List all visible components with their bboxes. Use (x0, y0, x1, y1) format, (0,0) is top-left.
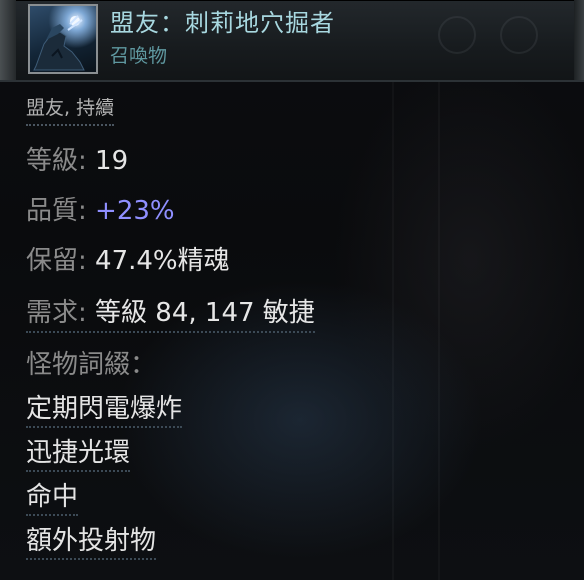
background-divider (392, 80, 394, 580)
monster-mod[interactable]: 迅捷光環 (26, 436, 131, 472)
stat-reservation: 保留: 47.4%精魂 (26, 244, 230, 278)
monster-mods-heading: 怪物詞綴： (26, 350, 157, 380)
monster-mod[interactable]: 額外投射物 (26, 524, 157, 560)
monster-mod[interactable]: 命中 (26, 480, 79, 516)
stat-value: +23% (95, 196, 175, 226)
stat-label: 需求: (26, 298, 87, 328)
tooltip-header: 盟友：刺莉地穴掘者 召喚物 (0, 0, 584, 82)
stat-value: 等級 84, 147 敏捷 (95, 298, 315, 328)
stat-level: 等級: 19 (26, 144, 128, 178)
monster-mod[interactable]: 定期閃電爆炸 (26, 392, 183, 428)
stat-label: 保留: (26, 246, 87, 276)
header-ornament (500, 16, 538, 54)
item-name: 盟友：刺莉地穴掘者 (110, 9, 335, 37)
stat-quality: 品質: +23% (26, 194, 175, 228)
item-type: 召喚物 (110, 45, 168, 67)
header-frame-right (574, 0, 584, 80)
header-frame-left (0, 0, 16, 80)
background-divider (438, 80, 440, 580)
item-tooltip: 盟友：刺莉地穴掘者 召喚物 盟友, 持續 等級: 19 品質: +23% 保留:… (0, 0, 584, 580)
stat-label: 品質: (26, 196, 87, 226)
stat-value: 19 (95, 146, 129, 176)
stat-label: 等級: (26, 146, 87, 176)
stat-requirements: 需求: 等級 84, 147 敏捷 (26, 296, 315, 333)
gem-tags: 盟友, 持續 (26, 94, 115, 126)
header-ornament (438, 16, 476, 54)
stat-value: 47.4%精魂 (95, 246, 230, 276)
summon-gem-icon[interactable] (28, 4, 98, 74)
